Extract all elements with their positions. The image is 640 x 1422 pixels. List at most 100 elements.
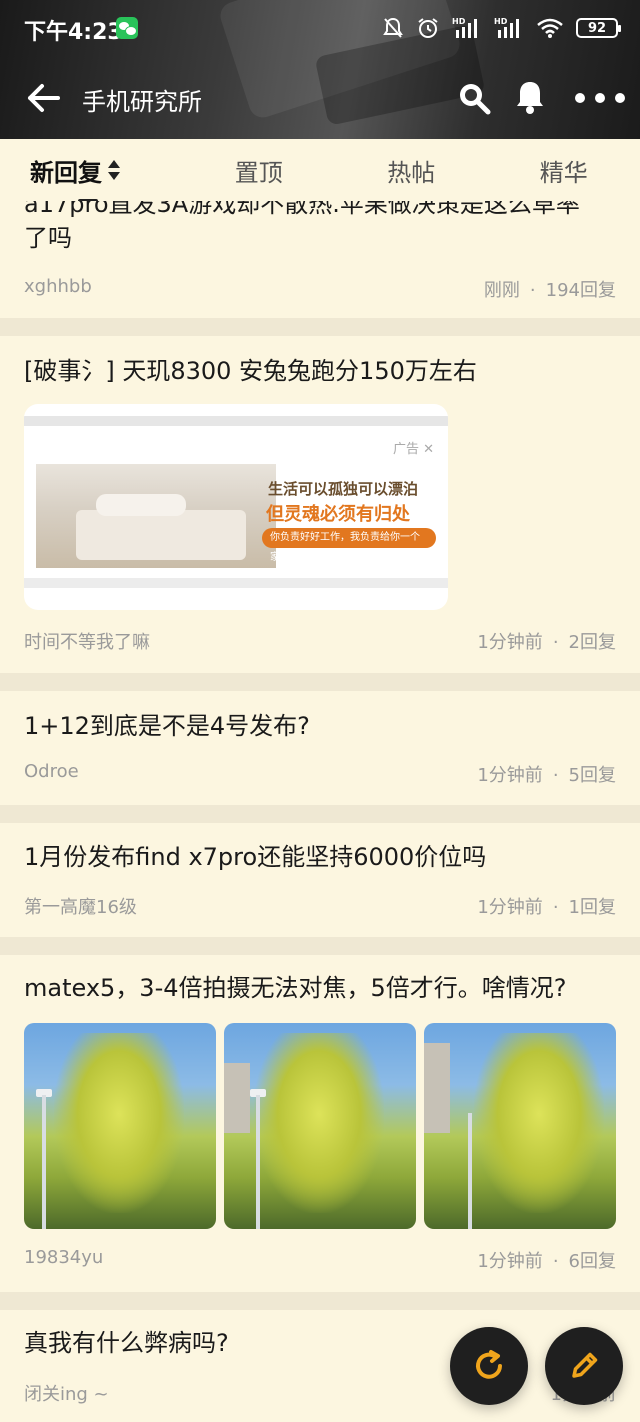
ad-slogan: 但灵魂必须有归处	[266, 504, 410, 525]
post-item[interactable]: 1+12到底是不是4号发布? Odroe 1分钟前 · 5回复	[0, 691, 640, 805]
post-author[interactable]: Odroe	[24, 761, 79, 787]
ad-bottom-bar	[24, 578, 448, 588]
ad-banner-image[interactable]: 生活可以孤独可以漂泊 但灵魂必须有归处 你负责好好工作，我负责给你一个家	[36, 464, 436, 568]
ad-headline: 生活可以孤独可以漂泊	[268, 480, 419, 498]
ad-card[interactable]: 广告 ✕ 生活可以孤独可以漂泊 但灵魂必须有归处 你负责好好工作，我负责给你一个…	[24, 404, 448, 610]
ad-label[interactable]: 广告 ✕	[393, 438, 434, 457]
tree-shape	[474, 1033, 604, 1213]
post-stats: 1分钟前 · 2回复	[477, 628, 616, 654]
post-item[interactable]: matex5，3-4倍拍摄无法对焦，5倍才行。啥情况? 19834yu 1分钟前…	[0, 955, 640, 1292]
meta-separator: ·	[552, 897, 559, 918]
status-bar: 下午4:23 HD HD 92	[0, 0, 640, 56]
post-title-line2: 了吗	[24, 224, 72, 252]
post-list: a17pro直发3A游戏却不散热.苹果做决策是这么草率 了吗 xghhbb 刚刚…	[0, 201, 640, 1422]
post-meta: 闭关ing ~ 1分钟前	[24, 1380, 616, 1406]
pencil-icon	[572, 1352, 598, 1378]
tree-shape	[254, 1033, 384, 1213]
post-item[interactable]: [破事氵] 天玑8300 安兔兔跑分150万左右 广告 ✕ 生活可以孤独可以漂泊…	[0, 336, 640, 673]
post-title: [破事氵] 天玑8300 安兔兔跑分150万左右	[24, 357, 477, 385]
post-item[interactable]: 1月份发布find x7pro还能坚持6000价位吗 第一高魔16级 1分钟前 ·…	[0, 823, 640, 937]
post-meta: xghhbb 刚刚 · 194回复	[24, 276, 616, 302]
post-title: 1+12到底是不是4号发布?	[24, 712, 310, 740]
tab-pinned-label: 置顶	[234, 158, 283, 187]
svg-text:HD: HD	[494, 17, 508, 26]
compose-button[interactable]	[545, 1327, 623, 1405]
refresh-icon	[476, 1350, 502, 1379]
post-replies: 2回复	[568, 632, 616, 653]
post-replies: 1回复	[568, 897, 616, 918]
sort-icon[interactable]	[108, 159, 120, 181]
post-stats: 刚刚 · 194回复	[484, 276, 616, 302]
meta-separator: ·	[552, 765, 559, 786]
post-author[interactable]: 19834yu	[24, 1247, 103, 1273]
signal-hd-icon-2: HD	[494, 17, 519, 38]
status-time: 下午4:23	[24, 20, 123, 45]
post-replies: 6回复	[568, 1251, 616, 1272]
signal-hd-icon-1: HD	[452, 17, 477, 38]
battery-icon: 92	[576, 18, 621, 38]
refresh-button[interactable]	[450, 1327, 528, 1405]
post-meta: 19834yu 1分钟前 · 6回复	[24, 1247, 616, 1273]
post-replies: 194回复	[545, 280, 616, 301]
meta-separator: ·	[552, 632, 559, 653]
post-stats: 1分钟前 · 1回复	[477, 893, 616, 919]
tab-hot[interactable]: 热帖	[335, 139, 488, 201]
app-header: 下午4:23 HD HD 92 手机研究所	[0, 0, 640, 139]
lamp-pole	[256, 1095, 260, 1229]
alarm-icon	[418, 18, 438, 38]
post-title: a17pro直发3A游戏却不散热.苹果做决策是这么草率	[24, 201, 580, 218]
post-title: 真我有什么弊病吗?	[24, 1329, 229, 1357]
more-options-icon[interactable]	[574, 84, 626, 112]
post-author[interactable]: 闭关ing ~	[24, 1380, 109, 1406]
tab-featured[interactable]: 精华	[488, 139, 640, 201]
wechat-notification-icon	[116, 17, 138, 39]
tree-shape	[54, 1033, 184, 1213]
post-author[interactable]: 时间不等我了嘛	[24, 628, 150, 654]
post-replies: 5回复	[568, 765, 616, 786]
post-author[interactable]: xghhbb	[24, 276, 92, 302]
tab-pinned[interactable]: 置顶	[183, 139, 336, 201]
post-time: 1分钟前	[477, 1251, 543, 1272]
post-stats: 1分钟前 · 5回复	[477, 761, 616, 787]
status-icons: HD HD 92	[382, 14, 621, 42]
post-title: 1月份发布find x7pro还能坚持6000价位吗	[24, 843, 487, 871]
ad-tagline: 你负责好好工作，我负责给你一个家	[262, 528, 436, 563]
post-time: 1分钟前	[477, 765, 543, 786]
tab-new-replies-label: 新回复	[30, 158, 102, 187]
wifi-icon	[537, 18, 563, 38]
post-image[interactable]	[24, 1023, 216, 1229]
post-author[interactable]: 第一高魔16级	[24, 893, 137, 919]
post-time: 1分钟前	[477, 632, 543, 653]
post-image[interactable]	[224, 1023, 416, 1229]
page-title: 手机研究所	[82, 88, 202, 116]
post-time: 刚刚	[483, 280, 520, 301]
post-meta: 时间不等我了嘛 1分钟前 · 2回复	[24, 628, 616, 654]
nav-bar: 手机研究所	[0, 70, 640, 126]
post-image[interactable]	[424, 1023, 616, 1229]
lamp-pole	[42, 1095, 46, 1229]
search-icon[interactable]	[456, 80, 492, 116]
ad-label-text: 广告	[392, 442, 419, 457]
tab-bar: 新回复 置顶 热帖 精华	[0, 139, 640, 201]
meta-separator: ·	[552, 1251, 559, 1272]
building-shape	[424, 1043, 450, 1133]
bed-photo	[36, 464, 276, 568]
tab-featured-label: 精华	[539, 158, 588, 187]
tab-hot-label: 热帖	[387, 158, 436, 187]
post-stats: 1分钟前 · 6回复	[477, 1247, 616, 1273]
post-item[interactable]: a17pro直发3A游戏却不散热.苹果做决策是这么草率 了吗 xghhbb 刚刚…	[0, 201, 640, 318]
post-item[interactable]: 真我有什么弊病吗? 闭关ing ~ 1分钟前	[0, 1310, 640, 1422]
post-meta: Odroe 1分钟前 · 5回复	[24, 761, 616, 787]
battery-level: 92	[587, 20, 607, 36]
lamp-pole	[468, 1113, 472, 1229]
back-arrow-icon[interactable]	[22, 80, 62, 116]
ad-top-bar	[24, 416, 448, 426]
bell-icon[interactable]	[512, 78, 548, 116]
building-shape	[224, 1063, 250, 1133]
post-time: 1分钟前	[477, 897, 543, 918]
post-title: matex5，3-4倍拍摄无法对焦，5倍才行。啥情况?	[24, 974, 567, 1002]
silent-icon	[383, 17, 403, 38]
tab-new-replies[interactable]: 新回复	[0, 139, 183, 201]
meta-separator: ·	[529, 280, 536, 301]
post-meta: 第一高魔16级 1分钟前 · 1回复	[24, 893, 616, 919]
